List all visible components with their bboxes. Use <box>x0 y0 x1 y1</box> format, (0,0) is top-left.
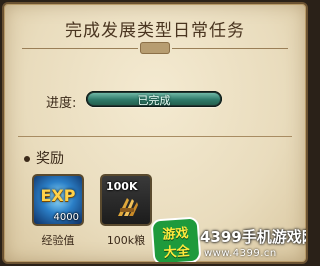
rewards-title-text: 奖励 <box>36 151 64 167</box>
reward-label-exp: 经验值 <box>41 234 75 247</box>
progress-label: 进度: <box>46 96 77 111</box>
dialog-title: 完成发展类型日常任务 <box>65 21 245 41</box>
reward-item-exp[interactable]: EXP 4000 <box>32 174 84 226</box>
section-divider <box>18 136 292 137</box>
reward-amount-grain: 100K <box>106 180 138 193</box>
watermark-url: www.4399.cn <box>204 248 277 259</box>
ornament-line-right <box>172 48 288 49</box>
rewards-section-title: 奖励 <box>24 148 64 168</box>
ornament-center <box>140 42 170 54</box>
watermark-badge-line2: 大全 <box>163 244 191 261</box>
ornament-line-left <box>22 48 138 49</box>
progress-status-text: 已完成 <box>137 94 171 107</box>
reward-item-grain[interactable]: 100K <box>100 174 152 226</box>
bullet-icon <box>24 156 30 162</box>
gold-bundle-icon <box>118 198 138 216</box>
watermark-name: 4399手机游戏网 <box>200 228 308 246</box>
title-ornament <box>22 42 288 54</box>
progress-bar: 已完成 <box>86 91 222 107</box>
watermark-logo: 游戏 大全 <box>152 218 200 262</box>
reward-label-grain: 100k粮 <box>106 234 146 247</box>
reward-amount-exp: 4000 <box>53 212 79 223</box>
task-dialog: 完成发展类型日常任务 进度: 已完成 奖励 EXP 4000 经验值 100K … <box>2 2 308 264</box>
exp-icon: EXP <box>40 186 76 205</box>
